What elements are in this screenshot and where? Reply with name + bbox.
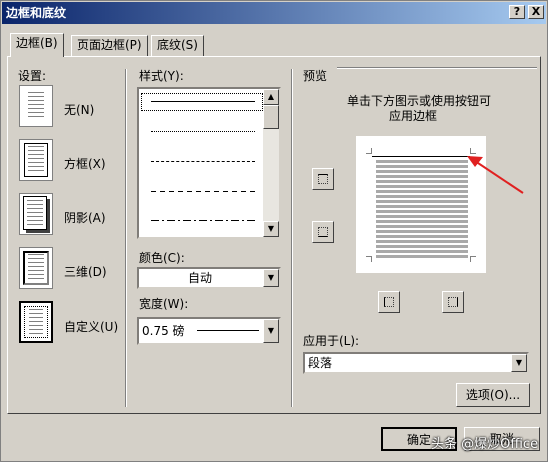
apply-to-label: 应用于(L): [303, 334, 360, 348]
scroll-up-arrow-icon[interactable]: ▲ [263, 89, 279, 105]
separator-settings [125, 69, 127, 407]
color-value: 自动 [187, 271, 212, 285]
setting-3d-label[interactable]: 三维(D) [64, 263, 107, 280]
custom-border-icon[interactable] [19, 301, 53, 343]
shadow-border-icon[interactable] [19, 193, 53, 235]
line-style-dotted[interactable] [151, 131, 255, 132]
width-line-sample [197, 330, 259, 331]
annotation-arrow-icon [467, 156, 524, 194]
color-combo[interactable]: 自动 ▼ [137, 267, 281, 289]
3d-border-icon[interactable] [19, 247, 53, 289]
style-heading: 样式(Y): [139, 69, 184, 83]
width-label: 宽度(W): [139, 297, 189, 311]
scroll-thumb[interactable] [263, 105, 279, 129]
top-border-toggle-icon[interactable] [312, 168, 334, 190]
chevron-down-icon[interactable]: ▼ [263, 319, 279, 343]
width-combo[interactable]: 0.75 磅 ▼ [137, 317, 281, 345]
line-style-solid[interactable] [151, 101, 255, 102]
line-style-dashed-small[interactable] [151, 161, 255, 162]
watermark: 头条 @爆炒Office [431, 437, 539, 452]
window-title: 边框和底纹 [6, 6, 67, 20]
left-border-toggle-icon[interactable] [378, 291, 400, 313]
scroll-down-arrow-icon[interactable]: ▼ [263, 221, 279, 237]
setting-box-label[interactable]: 方框(X) [64, 155, 106, 172]
help-button[interactable]: ? [509, 5, 525, 19]
line-style-dashed[interactable] [151, 191, 255, 192]
tab-borders[interactable]: 边框(B) [10, 33, 64, 57]
bottom-border-toggle-icon[interactable] [312, 221, 334, 243]
preview-heading-line [337, 67, 537, 69]
borders-and-shading-dialog: 边框和底纹 ? X 边框(B) 页面边框(P) 底纹(S) 设置: 无(N) 方… [0, 0, 548, 462]
chevron-down-icon[interactable]: ▼ [511, 354, 527, 372]
color-label: 颜色(C): [139, 251, 185, 265]
setting-custom-label[interactable]: 自定义(U) [64, 318, 118, 335]
box-border-icon[interactable] [19, 139, 53, 181]
tab-shading[interactable]: 底纹(S) [151, 35, 204, 56]
settings-heading: 设置: [18, 69, 47, 83]
right-border-toggle-icon[interactable] [442, 291, 464, 313]
options-button[interactable]: 选项(O)... [456, 383, 530, 407]
style-scrollbar[interactable]: ▲ ▼ [263, 89, 279, 237]
chevron-down-icon[interactable]: ▼ [263, 269, 279, 287]
preview-heading: 预览 [303, 69, 328, 83]
preview-text-lines [376, 160, 468, 260]
no-border-icon[interactable] [19, 85, 53, 127]
apply-to-combo[interactable]: 段落 ▼ [303, 352, 529, 374]
line-style-dash-dot[interactable] [151, 220, 255, 221]
setting-shadow-label[interactable]: 阴影(A) [64, 209, 106, 226]
line-style-listbox[interactable]: ▲ ▼ [137, 87, 281, 239]
preview-hint-2: 应用边框 [389, 109, 438, 123]
width-value: 0.75 磅 [142, 324, 185, 338]
apply-to-value: 段落 [308, 356, 333, 370]
tab-page-border[interactable]: 页面边框(P) [71, 35, 148, 56]
title-bar: 边框和底纹 [2, 2, 546, 24]
close-button[interactable]: X [528, 5, 544, 19]
preview-top-border [372, 156, 470, 157]
separator-preview [291, 69, 293, 407]
setting-none-label[interactable]: 无(N) [64, 101, 94, 118]
